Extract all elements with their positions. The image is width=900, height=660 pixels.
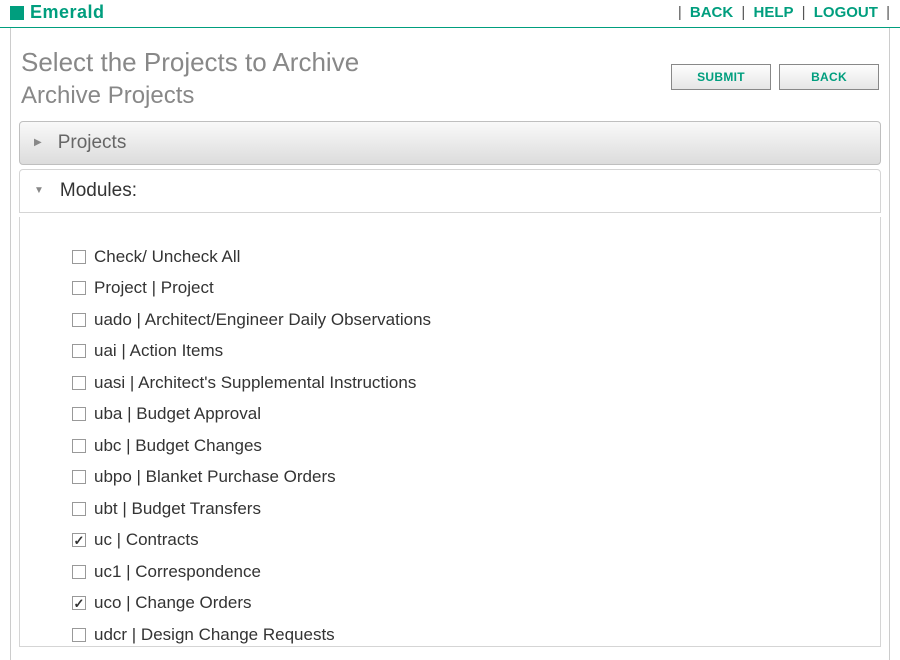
module-row: uai | Action Items bbox=[72, 335, 880, 367]
module-checkbox[interactable] bbox=[72, 533, 86, 547]
module-row: Project | Project bbox=[72, 272, 880, 304]
nav-help-link[interactable]: HELP bbox=[749, 4, 797, 21]
nav-back-link[interactable]: BACK bbox=[686, 4, 737, 21]
module-checkbox[interactable] bbox=[72, 439, 86, 453]
module-row: udcr | Design Change Requests bbox=[72, 619, 880, 647]
module-checkbox[interactable] bbox=[72, 628, 86, 642]
brand-name: Emerald bbox=[30, 2, 105, 23]
module-label: ubpo | Blanket Purchase Orders bbox=[94, 464, 336, 490]
module-checkbox[interactable] bbox=[72, 565, 86, 579]
module-label: uai | Action Items bbox=[94, 338, 223, 364]
module-label: uc | Contracts bbox=[94, 527, 199, 553]
accordion-modules-label: Modules: bbox=[60, 180, 137, 202]
content-area: Select the Projects to Archive Archive P… bbox=[10, 28, 890, 660]
module-label: uco | Change Orders bbox=[94, 590, 252, 616]
module-label: uc1 | Correspondence bbox=[94, 559, 261, 585]
page-title: Select the Projects to Archive bbox=[21, 46, 359, 80]
separator: | bbox=[886, 4, 890, 21]
module-row: ubc | Budget Changes bbox=[72, 430, 880, 462]
module-row: uc | Contracts bbox=[72, 524, 880, 556]
back-button[interactable]: BACK bbox=[779, 64, 879, 90]
module-label: udcr | Design Change Requests bbox=[94, 622, 335, 647]
title-block: Select the Projects to Archive Archive P… bbox=[21, 46, 359, 111]
module-label: uba | Budget Approval bbox=[94, 401, 261, 427]
module-row: ubt | Budget Transfers bbox=[72, 493, 880, 525]
top-bar: Emerald | BACK | HELP | LOGOUT | bbox=[0, 0, 900, 28]
accordion-modules-header[interactable]: ▼ Modules: bbox=[19, 169, 881, 213]
module-checkbox[interactable] bbox=[72, 313, 86, 327]
module-row: uba | Budget Approval bbox=[72, 398, 880, 430]
module-checkbox[interactable] bbox=[72, 250, 86, 264]
module-checkbox[interactable] bbox=[72, 376, 86, 390]
module-label: uado | Architect/Engineer Daily Observat… bbox=[94, 307, 431, 333]
module-row: uc1 | Correspondence bbox=[72, 556, 880, 588]
submit-button[interactable]: SUBMIT bbox=[671, 64, 771, 90]
module-checkbox[interactable] bbox=[72, 344, 86, 358]
module-row: Check/ Uncheck All bbox=[72, 241, 880, 273]
page-subtitle: Archive Projects bbox=[21, 80, 359, 111]
module-checkbox[interactable] bbox=[72, 470, 86, 484]
brand-square-icon bbox=[10, 6, 24, 20]
module-label: Check/ Uncheck All bbox=[94, 244, 240, 270]
accordion-projects-label: Projects bbox=[58, 132, 127, 154]
action-buttons: SUBMIT BACK bbox=[671, 64, 879, 90]
module-checkbox[interactable] bbox=[72, 502, 86, 516]
module-label: uasi | Architect's Supplemental Instruct… bbox=[94, 370, 416, 396]
separator: | bbox=[678, 4, 686, 21]
accordion-modules-body: Check/ Uncheck All Project | Project uado … bbox=[19, 217, 881, 647]
separator: | bbox=[802, 4, 810, 21]
module-label: Project | Project bbox=[94, 275, 214, 301]
chevron-down-icon: ▼ bbox=[34, 185, 44, 196]
top-links: | BACK | HELP | LOGOUT | bbox=[678, 4, 890, 21]
module-checkbox[interactable] bbox=[72, 281, 86, 295]
module-row: uco | Change Orders bbox=[72, 587, 880, 619]
module-label: ubt | Budget Transfers bbox=[94, 496, 261, 522]
accordion-projects-header[interactable]: ▶ Projects bbox=[19, 121, 881, 165]
nav-logout-link[interactable]: LOGOUT bbox=[810, 4, 882, 21]
module-checkbox[interactable] bbox=[72, 407, 86, 421]
module-checkbox[interactable] bbox=[72, 596, 86, 610]
brand-logo: Emerald bbox=[10, 2, 105, 23]
chevron-right-icon: ▶ bbox=[34, 137, 42, 148]
module-row: ubpo | Blanket Purchase Orders bbox=[72, 461, 880, 493]
page-header: Select the Projects to Archive Archive P… bbox=[19, 40, 881, 121]
module-row: uado | Architect/Engineer Daily Observat… bbox=[72, 304, 880, 336]
module-label: ubc | Budget Changes bbox=[94, 433, 262, 459]
module-row: uasi | Architect's Supplemental Instruct… bbox=[72, 367, 880, 399]
